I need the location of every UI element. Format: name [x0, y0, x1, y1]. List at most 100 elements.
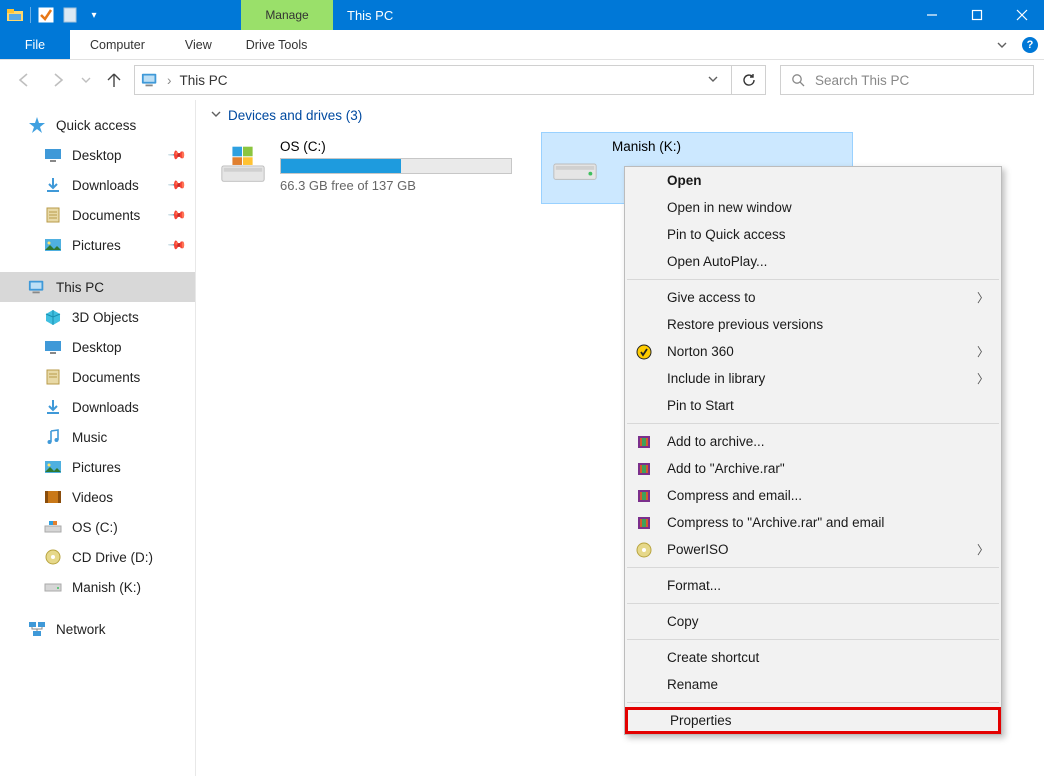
desktop-icon: [44, 146, 62, 164]
sidebar-item-3d-objects[interactable]: 3D Objects: [0, 302, 195, 332]
network-icon: [28, 620, 46, 638]
sidebar-item-videos[interactable]: Videos: [0, 482, 195, 512]
checkbox-icon[interactable]: [37, 6, 55, 24]
ctx-copy[interactable]: Copy: [625, 608, 1001, 635]
navigation-pane: Quick access Desktop 📌 Downloads 📌 Docum…: [0, 100, 196, 776]
ctx-format[interactable]: Format...: [625, 572, 1001, 599]
ctx-open[interactable]: Open: [625, 167, 1001, 194]
ctx-add-to-archive-rar[interactable]: Add to "Archive.rar": [625, 455, 1001, 482]
sidebar-item-desktop-pc[interactable]: Desktop: [0, 332, 195, 362]
norton-icon: [635, 343, 653, 361]
ribbon-tabs: File Computer View Drive Tools ?: [0, 30, 1044, 60]
ctx-poweriso[interactable]: PowerISO〉: [625, 536, 1001, 563]
sidebar-item-music[interactable]: Music: [0, 422, 195, 452]
sidebar-item-desktop[interactable]: Desktop 📌: [0, 140, 195, 170]
file-tab[interactable]: File: [0, 30, 70, 59]
ctx-give-access-to[interactable]: Give access to〉: [625, 284, 1001, 311]
explorer-icon: [6, 6, 24, 24]
sidebar-item-label: Desktop: [72, 148, 122, 163]
forward-button[interactable]: [44, 66, 72, 94]
window-controls: [909, 0, 1044, 30]
search-icon: [789, 71, 807, 89]
ctx-norton-360[interactable]: Norton 360〉: [625, 338, 1001, 365]
ribbon-collapse-button[interactable]: [988, 30, 1016, 59]
sidebar-item-label: Manish (K:): [72, 580, 141, 595]
chevron-down-icon: [210, 108, 222, 123]
search-box[interactable]: [780, 65, 1034, 95]
document-icon[interactable]: [61, 6, 79, 24]
documents-icon: [44, 368, 62, 386]
pin-icon: 📌: [167, 205, 187, 225]
ctx-create-shortcut[interactable]: Create shortcut: [625, 644, 1001, 671]
pictures-icon: [44, 236, 62, 254]
close-button[interactable]: [999, 0, 1044, 30]
ctx-compress-rar-email[interactable]: Compress to "Archive.rar" and email: [625, 509, 1001, 536]
address-bar[interactable]: › This PC: [134, 65, 732, 95]
ctx-compress-email[interactable]: Compress and email...: [625, 482, 1001, 509]
separator: [627, 702, 999, 703]
sidebar-item-label: Network: [56, 622, 106, 637]
sidebar-network[interactable]: Network: [0, 614, 195, 644]
desktop-icon: [44, 338, 62, 356]
drive-item-os[interactable]: OS (C:) 66.3 GB free of 137 GB: [210, 133, 520, 203]
minimize-button[interactable]: [909, 0, 954, 30]
sidebar-item-label: This PC: [56, 280, 104, 295]
breadcrumb-location[interactable]: This PC: [180, 73, 228, 88]
chevron-right-icon: 〉: [977, 370, 989, 387]
manage-contextual-tab[interactable]: Manage: [241, 0, 333, 30]
back-button[interactable]: [10, 66, 38, 94]
drive-tools-tab[interactable]: Drive Tools: [232, 30, 322, 59]
sidebar-item-documents-pc[interactable]: Documents: [0, 362, 195, 392]
recent-locations-button[interactable]: [78, 66, 94, 94]
sidebar-item-label: OS (C:): [72, 520, 118, 535]
view-tab[interactable]: View: [165, 30, 232, 59]
sidebar-item-pictures-pc[interactable]: Pictures: [0, 452, 195, 482]
ctx-add-to-archive[interactable]: Add to archive...: [625, 428, 1001, 455]
separator: [627, 567, 999, 568]
section-devices-drives[interactable]: Devices and drives (3): [196, 108, 1044, 123]
up-button[interactable]: [100, 66, 128, 94]
sidebar-item-downloads[interactable]: Downloads 📌: [0, 170, 195, 200]
pc-icon: [141, 71, 159, 89]
refresh-button[interactable]: [732, 65, 766, 95]
sidebar-item-label: Downloads: [72, 178, 139, 193]
maximize-button[interactable]: [954, 0, 999, 30]
ctx-pin-to-start[interactable]: Pin to Start: [625, 392, 1001, 419]
sidebar-quick-access[interactable]: Quick access: [0, 110, 195, 140]
downloads-icon: [44, 398, 62, 416]
qat-dropdown-icon[interactable]: ▾: [85, 6, 103, 24]
pin-icon: 📌: [167, 235, 187, 255]
sidebar-item-label: Desktop: [72, 340, 122, 355]
sidebar-item-label: 3D Objects: [72, 310, 139, 325]
ctx-properties[interactable]: Properties: [625, 707, 1001, 734]
sidebar-item-downloads-pc[interactable]: Downloads: [0, 392, 195, 422]
ctx-restore-previous[interactable]: Restore previous versions: [625, 311, 1001, 338]
address-dropdown-button[interactable]: [701, 73, 725, 88]
downloads-icon: [44, 176, 62, 194]
pictures-icon: [44, 458, 62, 476]
ctx-open-autoplay[interactable]: Open AutoPlay...: [625, 248, 1001, 275]
sidebar-item-pictures[interactable]: Pictures 📌: [0, 230, 195, 260]
sidebar-item-cd-drive[interactable]: CD Drive (D:): [0, 542, 195, 572]
help-button[interactable]: ?: [1016, 30, 1044, 59]
drive-icon: [550, 139, 600, 189]
search-input[interactable]: [815, 73, 1025, 88]
ctx-pin-quick-access[interactable]: Pin to Quick access: [625, 221, 1001, 248]
chevron-right-icon: 〉: [977, 343, 989, 360]
drive-free-space: 66.3 GB free of 137 GB: [280, 178, 512, 193]
ctx-include-library[interactable]: Include in library〉: [625, 365, 1001, 392]
sidebar-item-documents[interactable]: Documents 📌: [0, 200, 195, 230]
sidebar-item-manish-drive[interactable]: Manish (K:): [0, 572, 195, 602]
drive-icon: [218, 139, 268, 189]
drive-name: OS (C:): [280, 139, 512, 154]
ctx-open-new-window[interactable]: Open in new window: [625, 194, 1001, 221]
sidebar-this-pc[interactable]: This PC: [0, 272, 195, 302]
sidebar-item-label: Documents: [72, 208, 140, 223]
sidebar-item-os-drive[interactable]: OS (C:): [0, 512, 195, 542]
sidebar-item-label: Pictures: [72, 460, 121, 475]
ctx-rename[interactable]: Rename: [625, 671, 1001, 698]
drive-usage-bar: [280, 158, 512, 174]
title-bar: ▾ Manage This PC: [0, 0, 1044, 30]
winrar-icon: [635, 460, 653, 478]
computer-tab[interactable]: Computer: [70, 30, 165, 59]
